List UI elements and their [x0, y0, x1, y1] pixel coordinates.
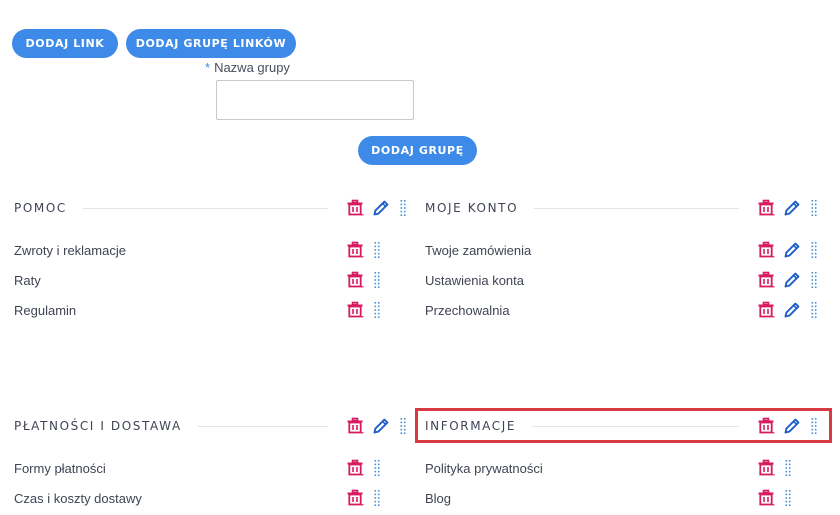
- drag-link-handle-icon[interactable]: [368, 485, 386, 511]
- delete-link-trash-icon[interactable]: [753, 237, 779, 263]
- link-actions: [753, 267, 823, 293]
- drag-group-handle-icon[interactable]: [805, 413, 823, 439]
- drag-link-handle-icon[interactable]: [368, 455, 386, 481]
- edit-link-pencil-icon[interactable]: [779, 297, 805, 323]
- link-actions: [342, 455, 386, 481]
- link-row: Formy płatności: [14, 453, 412, 483]
- drag-group-handle-icon[interactable]: [805, 195, 823, 221]
- link-group: POMOC Zwroty i reklamacje Raty Regulamin: [14, 191, 412, 325]
- drag-group-handle-icon[interactable]: [394, 195, 412, 221]
- link-label: Formy płatności: [14, 460, 106, 476]
- link-actions: [342, 485, 386, 511]
- delete-group-trash-icon[interactable]: [342, 195, 368, 221]
- delete-group-trash-icon[interactable]: [753, 413, 779, 439]
- group-header: MOJE KONTO: [425, 191, 823, 225]
- link-actions: [342, 297, 386, 323]
- group-title: POMOC: [14, 201, 67, 215]
- drag-link-handle-icon[interactable]: [368, 297, 386, 323]
- group-actions: [342, 413, 412, 439]
- group-links-list: Formy płatności Czas i koszty dostawy: [14, 453, 412, 513]
- group-links-list: Twoje zamówienia Ustawienia konta Przechow…: [425, 235, 823, 325]
- delete-link-trash-icon[interactable]: [342, 485, 368, 511]
- drag-link-handle-icon[interactable]: [368, 237, 386, 263]
- link-label: Blog: [425, 490, 452, 506]
- delete-group-trash-icon[interactable]: [342, 413, 368, 439]
- group-actions: [342, 195, 412, 221]
- divider-line: [534, 207, 739, 209]
- delete-link-trash-icon[interactable]: [753, 297, 779, 323]
- delete-group-trash-icon[interactable]: [753, 195, 779, 221]
- group-links-list: Zwroty i reklamacje Raty Regulamin: [14, 235, 412, 325]
- link-actions: [342, 237, 386, 263]
- delete-link-trash-icon[interactable]: [342, 267, 368, 293]
- link-row: Twoje zamówienia: [425, 235, 823, 265]
- edit-link-pencil-icon[interactable]: [779, 237, 805, 263]
- add-link-button[interactable]: DODAJ LINK: [12, 29, 118, 58]
- drag-link-handle-icon[interactable]: [779, 485, 797, 511]
- group-header: PŁATNOŚCI I DOSTAWA: [14, 409, 412, 443]
- link-actions: [753, 455, 797, 481]
- edit-group-pencil-icon[interactable]: [779, 413, 805, 439]
- link-label: Twoje zamówienia: [425, 242, 532, 258]
- link-label: Regulamin: [14, 302, 77, 318]
- group-name-label-text: Nazwa grupy: [214, 60, 290, 75]
- link-group: PŁATNOŚCI I DOSTAWA Formy płatności Czas i…: [14, 409, 412, 513]
- group-actions: [753, 195, 823, 221]
- drag-link-handle-icon[interactable]: [805, 237, 823, 263]
- group-title: MOJE KONTO: [425, 201, 519, 215]
- group-title: PŁATNOŚCI I DOSTAWA: [14, 419, 182, 433]
- group-name-input[interactable]: [216, 80, 414, 120]
- delete-link-trash-icon[interactable]: [342, 455, 368, 481]
- group-header: INFORMACJE: [425, 409, 823, 443]
- delete-link-trash-icon[interactable]: [753, 267, 779, 293]
- drag-link-handle-icon[interactable]: [805, 297, 823, 323]
- link-label: Przechowalnia: [425, 302, 510, 318]
- divider-line: [532, 425, 739, 427]
- link-label: Polityka prywatności: [425, 460, 543, 476]
- required-asterisk: *: [205, 60, 211, 75]
- group-header: POMOC: [14, 191, 412, 225]
- delete-link-trash-icon[interactable]: [342, 237, 368, 263]
- add-group-button[interactable]: DODAJ GRUPĘ: [358, 136, 477, 165]
- link-row: Blog: [425, 483, 823, 513]
- delete-link-trash-icon[interactable]: [342, 297, 368, 323]
- link-row: Przechowalnia: [425, 295, 823, 325]
- edit-link-pencil-icon[interactable]: [779, 267, 805, 293]
- link-group: INFORMACJE Polityka prywatności Blog: [425, 409, 823, 513]
- link-label: Czas i koszty dostawy: [14, 490, 142, 506]
- link-row: Zwroty i reklamacje: [14, 235, 412, 265]
- link-actions: [753, 237, 823, 263]
- group-actions: [753, 413, 823, 439]
- add-link-group-button[interactable]: DODAJ GRUPĘ LINKÓW: [126, 29, 296, 58]
- divider-line: [197, 425, 328, 427]
- link-actions: [342, 267, 386, 293]
- drag-link-handle-icon[interactable]: [368, 267, 386, 293]
- edit-group-pencil-icon[interactable]: [368, 413, 394, 439]
- link-group: MOJE KONTO Twoje zamówienia Ustawienia kon…: [425, 191, 823, 325]
- group-links-list: Polityka prywatności Blog: [425, 453, 823, 513]
- link-row: Ustawienia konta: [425, 265, 823, 295]
- link-row: Regulamin: [14, 295, 412, 325]
- link-actions: [753, 485, 797, 511]
- link-row: Czas i koszty dostawy: [14, 483, 412, 513]
- drag-link-handle-icon[interactable]: [805, 267, 823, 293]
- edit-group-pencil-icon[interactable]: [779, 195, 805, 221]
- delete-link-trash-icon[interactable]: [753, 485, 779, 511]
- delete-link-trash-icon[interactable]: [753, 455, 779, 481]
- divider-line: [82, 207, 328, 209]
- link-actions: [753, 297, 823, 323]
- link-label: Ustawienia konta: [425, 272, 524, 288]
- link-label: Raty: [14, 272, 41, 288]
- drag-group-handle-icon[interactable]: [394, 413, 412, 439]
- link-row: Raty: [14, 265, 412, 295]
- group-name-label: * Nazwa grupy: [205, 60, 290, 75]
- link-label: Zwroty i reklamacje: [14, 242, 126, 258]
- edit-group-pencil-icon[interactable]: [368, 195, 394, 221]
- group-title: INFORMACJE: [425, 419, 517, 433]
- drag-link-handle-icon[interactable]: [779, 455, 797, 481]
- link-row: Polityka prywatności: [425, 453, 823, 483]
